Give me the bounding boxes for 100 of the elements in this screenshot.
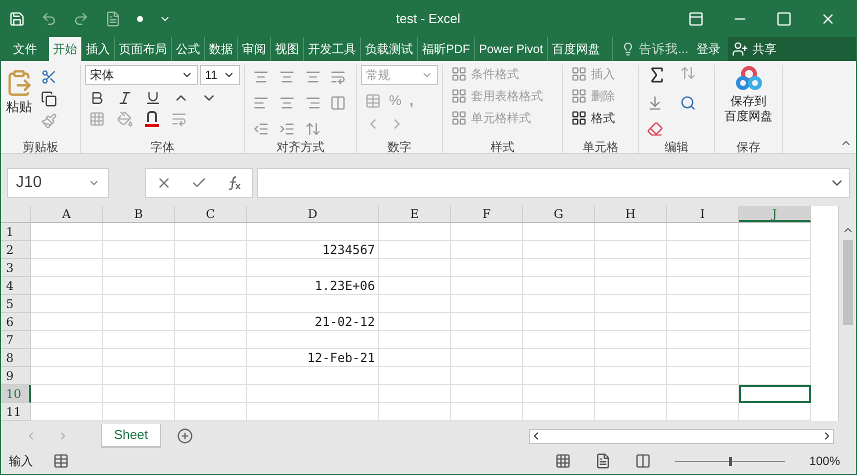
table-cell [667, 313, 739, 331]
grid-icon [451, 110, 467, 126]
column-header[interactable]: D [247, 206, 379, 222]
table-cell [379, 403, 451, 421]
ribbon-tab[interactable]: 开始 [49, 37, 81, 61]
merge-icon[interactable] [330, 95, 346, 111]
table-cell [595, 349, 667, 367]
paste-button[interactable]: 粘贴 [5, 65, 33, 141]
redo-icon[interactable] [73, 11, 89, 27]
eraser-icon[interactable] [647, 121, 663, 137]
border-icon[interactable] [89, 111, 105, 127]
column-header[interactable]: F [451, 206, 523, 222]
italic-icon[interactable] [117, 90, 133, 106]
font-name-field[interactable]: 宋体 [85, 65, 198, 85]
group-label: 编辑 [664, 141, 690, 153]
active-cell [739, 385, 811, 403]
group-label: 字体 [150, 141, 176, 153]
table-cell [595, 277, 667, 295]
search-icon[interactable] [680, 95, 696, 111]
page-layout-icon[interactable] [595, 453, 612, 469]
group-label: 样式 [490, 141, 516, 153]
row-header[interactable]: 2 [1, 241, 31, 259]
table-cell [31, 403, 103, 421]
table-cell [667, 259, 739, 277]
page-break-icon[interactable] [635, 453, 652, 469]
name-box[interactable]: J10 [7, 168, 109, 198]
align-top-icon[interactable] [253, 69, 269, 85]
formula-field[interactable] [257, 168, 850, 198]
align-center-icon[interactable] [278, 95, 295, 111]
underline-icon[interactable] [145, 90, 161, 106]
add-sheet-icon[interactable] [177, 428, 193, 444]
login-link[interactable]: 登录 [688, 37, 728, 61]
row-header[interactable]: 3 [1, 259, 31, 277]
table-cell [739, 277, 811, 295]
normal-view-icon[interactable] [555, 453, 572, 469]
table-cell [379, 367, 451, 385]
row-header[interactable]: 6 [1, 313, 31, 331]
table-cell [175, 385, 247, 403]
cells-button[interactable]: 格式 [571, 109, 630, 127]
group-label: 对齐方式 [276, 141, 326, 153]
font-size-field[interactable]: 11 [200, 65, 240, 85]
table-cell [379, 259, 451, 277]
row-header[interactable]: 10 [1, 385, 31, 403]
table-cell [175, 277, 247, 295]
table-cell [103, 367, 175, 385]
row-header[interactable]: 4 [1, 277, 31, 295]
table-cell [175, 259, 247, 277]
row-header[interactable]: 8 [1, 349, 31, 367]
align-bottom-icon[interactable] [304, 69, 320, 85]
row-header[interactable]: 7 [1, 331, 31, 349]
scissors-icon[interactable] [41, 69, 57, 85]
table-cell [175, 241, 247, 259]
column-header[interactable]: A [31, 206, 103, 222]
zoom-level: 100% [809, 453, 841, 470]
grid-icon [571, 66, 587, 82]
table-cell [379, 313, 451, 331]
cloud-logo-icon [734, 65, 762, 93]
align-right-icon[interactable] [304, 95, 320, 111]
column-header[interactable]: C [175, 206, 247, 222]
indent-decrease-icon[interactable] [253, 121, 269, 137]
group-label: 数字 [386, 141, 412, 153]
indent-increase-icon[interactable] [278, 121, 295, 137]
wrap-text-icon[interactable] [330, 69, 346, 85]
grid-icon [571, 88, 587, 104]
maximize-icon[interactable] [776, 11, 792, 27]
horizontal-scrollbar[interactable] [529, 428, 834, 444]
table-cell [595, 367, 667, 385]
row-header[interactable]: 9 [1, 367, 31, 385]
zoom-thumb[interactable] [729, 456, 732, 466]
sheet-tab[interactable]: Sheet [101, 424, 161, 448]
row-header[interactable]: 11 [1, 403, 31, 421]
column-header[interactable]: H [595, 206, 667, 222]
sort-icon[interactable] [680, 65, 696, 81]
column-header[interactable]: G [523, 206, 595, 222]
share-button[interactable]: 共享 [728, 37, 856, 61]
fill-down-icon[interactable] [647, 95, 663, 111]
undo-icon[interactable] [41, 11, 57, 27]
column-header[interactable]: E [379, 206, 451, 222]
table-cell [595, 259, 667, 277]
table-cell [31, 241, 103, 259]
table-cell: 12-Feb-21 [247, 349, 379, 367]
table-cell [103, 259, 175, 277]
save-icon[interactable] [9, 11, 25, 27]
fill-color-icon[interactable] [117, 111, 133, 127]
align-left-icon[interactable] [253, 95, 269, 111]
function-icon[interactable] [226, 174, 242, 190]
row-header[interactable]: 1 [1, 223, 31, 241]
ribbon-tab[interactable]: 文件 [1, 37, 49, 61]
grid-icon [451, 66, 467, 82]
tell-me-field[interactable]: 告诉我... [639, 40, 688, 58]
table-cell [103, 385, 175, 403]
column-header[interactable]: B [103, 206, 175, 222]
row-header[interactable]: 5 [1, 295, 31, 313]
save-to-cloud-button[interactable]: 保存到 百度网盘 [724, 65, 772, 141]
paintbrush-icon[interactable] [41, 113, 57, 129]
ribbon-display-icon[interactable] [688, 11, 704, 27]
scroll-thumb[interactable] [842, 240, 852, 325]
align-middle-icon[interactable] [278, 69, 295, 85]
font-color-icon[interactable] [145, 111, 159, 127]
copy-icon[interactable] [41, 91, 57, 107]
